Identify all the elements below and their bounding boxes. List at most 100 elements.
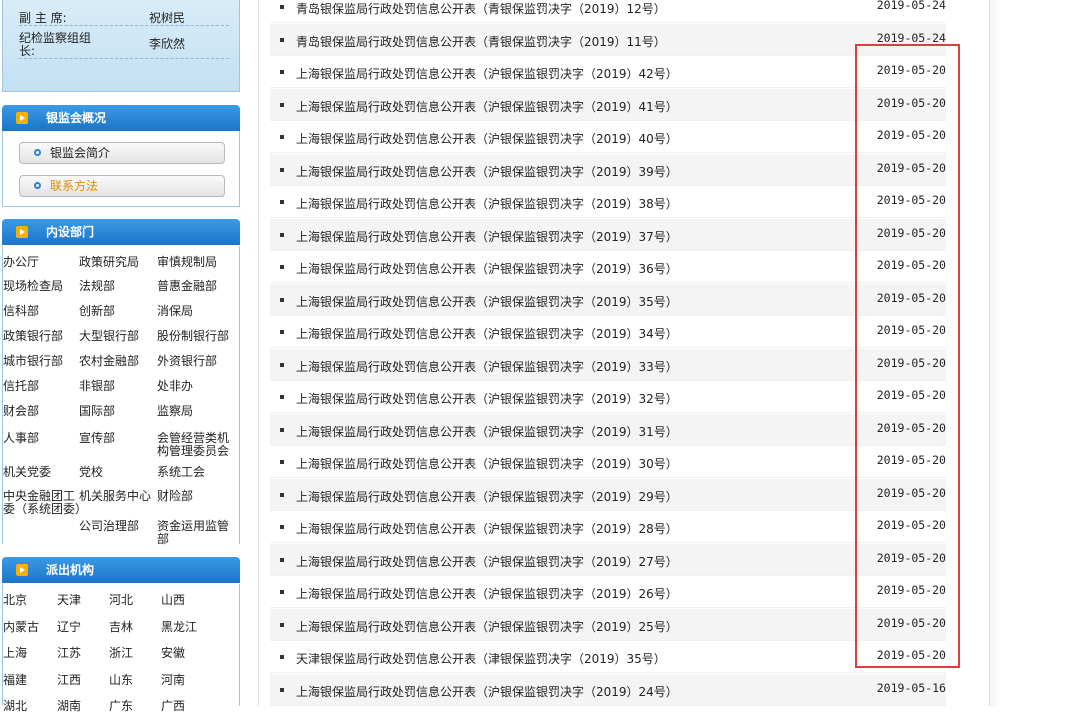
branch-link[interactable]: 吉林 (109, 620, 133, 634)
department-link[interactable]: 财险部 (157, 490, 237, 503)
branch-link[interactable]: 福建 (3, 673, 27, 687)
list-item[interactable]: 上海银保监局行政处罚信息公开表（沪银保监银罚决字（2019）29号） 2019-0… (270, 478, 946, 511)
department-link[interactable]: 信托部 (3, 380, 81, 393)
department-link[interactable]: 公司治理部 (79, 520, 157, 533)
department-link[interactable]: 会管经营类机构管理委员会 (157, 432, 237, 458)
department-link[interactable]: 财会部 (3, 405, 81, 418)
list-item[interactable]: 上海银保监局行政处罚信息公开表（沪银保监银罚决字（2019）31号） 2019-0… (270, 413, 946, 446)
department-link[interactable]: 处非办 (157, 380, 237, 393)
branch-link[interactable]: 内蒙古 (3, 620, 39, 634)
department-link[interactable]: 外资银行部 (157, 355, 237, 368)
list-item[interactable]: 上海银保监局行政处罚信息公开表（沪银保监银罚决字（2019）28号） 2019-0… (270, 511, 946, 543)
branch-link[interactable]: 江苏 (57, 647, 81, 660)
list-item[interactable]: 上海银保监局行政处罚信息公开表（沪银保监银罚决字（2019）40号） 2019-0… (270, 121, 946, 153)
department-link[interactable]: 系统工会 (157, 466, 237, 479)
list-item[interactable]: 上海银保监局行政处罚信息公开表（沪银保监银罚决字（2019）38号） 2019-0… (270, 186, 946, 218)
list-item-title[interactable]: 上海银保监局行政处罚信息公开表（沪银保监银罚决字（2019）29号） (296, 488, 678, 505)
branch-link[interactable]: 广东 (109, 700, 133, 713)
list-item[interactable]: 天津银保监局行政处罚信息公开表（津银保监罚决字（2019）35号） 2019-05… (270, 641, 946, 673)
department-link[interactable]: 创新部 (79, 305, 157, 318)
department-link[interactable]: 大型银行部 (79, 330, 157, 343)
department-link[interactable]: 国际部 (79, 405, 157, 418)
branch-link[interactable]: 黑龙江 (161, 620, 197, 634)
department-link[interactable]: 城市银行部 (3, 355, 81, 368)
department-link[interactable]: 机关党委 (3, 466, 81, 479)
list-item-title[interactable]: 上海银保监局行政处罚信息公开表（沪银保监银罚决字（2019）27号） (296, 553, 678, 570)
list-item-title[interactable]: 天津银保监局行政处罚信息公开表（津银保监罚决字（2019）35号） (296, 650, 666, 667)
branch-link[interactable]: 河北 (109, 594, 133, 607)
department-link[interactable]: 信科部 (3, 305, 81, 318)
list-item[interactable]: 上海银保监局行政处罚信息公开表（沪银保监银罚决字（2019）35号） 2019-0… (270, 283, 946, 316)
branch-link[interactable]: 湖北 (3, 700, 27, 713)
department-link[interactable]: 审慎规制局 (157, 256, 237, 269)
department-link[interactable]: 人事部 (3, 432, 81, 445)
branch-link[interactable]: 安徽 (161, 647, 185, 660)
list-item-title[interactable]: 上海银保监局行政处罚信息公开表（沪银保监银罚决字（2019）36号） (296, 260, 678, 277)
list-item-title[interactable]: 上海银保监局行政处罚信息公开表（沪银保监银罚决字（2019）35号） (296, 293, 678, 310)
leader-name[interactable]: 李欣然 (149, 38, 229, 58)
branch-link[interactable]: 天津 (57, 594, 81, 607)
department-link[interactable]: 资金运用监管部 (157, 520, 237, 546)
department-link[interactable]: 政策研究局 (79, 256, 157, 269)
department-link[interactable]: 监察局 (157, 405, 237, 418)
list-item-title[interactable]: 上海银保监局行政处罚信息公开表（沪银保监银罚决字（2019）37号） (296, 228, 678, 245)
branch-link[interactable]: 河南 (161, 673, 185, 687)
list-item[interactable]: 上海银保监局行政处罚信息公开表（沪银保监银罚决字（2019）27号） 2019-0… (270, 543, 946, 576)
list-item-title[interactable]: 上海银保监局行政处罚信息公开表（沪银保监银罚决字（2019）26号） (296, 585, 678, 602)
list-item-title[interactable]: 上海银保监局行政处罚信息公开表（沪银保监银罚决字（2019）38号） (296, 195, 678, 212)
list-item[interactable]: 上海银保监局行政处罚信息公开表（沪银保监银罚决字（2019）32号） 2019-0… (270, 381, 946, 413)
department-link[interactable]: 非银部 (79, 380, 157, 393)
list-item[interactable]: 上海银保监局行政处罚信息公开表（沪银保监银罚决字（2019）42号） 2019-0… (270, 56, 946, 88)
list-item[interactable]: 上海银保监局行政处罚信息公开表（沪银保监银罚决字（2019）33号） 2019-0… (270, 348, 946, 381)
department-link[interactable]: 消保局 (157, 305, 237, 318)
list-item[interactable]: 上海银保监局行政处罚信息公开表（沪银保监银罚决字（2019）26号） 2019-0… (270, 576, 946, 608)
department-link[interactable]: 机关服务中心 (79, 490, 157, 503)
branch-link[interactable]: 山西 (161, 594, 185, 607)
list-item[interactable]: 上海银保监局行政处罚信息公开表（沪银保监银罚决字（2019）34号） 2019-0… (270, 316, 946, 348)
department-link[interactable]: 中央金融团工委（系统团委） (3, 490, 87, 516)
department-link[interactable]: 现场检查局 (3, 280, 81, 293)
overview-item-intro[interactable]: 银监会简介 (19, 142, 225, 164)
list-item-title[interactable]: 上海银保监局行政处罚信息公开表（沪银保监银罚决字（2019）34号） (296, 325, 678, 342)
department-link[interactable]: 宣传部 (79, 432, 157, 445)
list-item[interactable]: 上海银保监局行政处罚信息公开表（沪银保监银罚决字（2019）37号） 2019-0… (270, 218, 946, 251)
list-item[interactable]: 青岛银保监局行政处罚信息公开表（青银保监罚决字（2019）11号） 2019-05… (270, 23, 946, 56)
department-link[interactable]: 股份制银行部 (157, 330, 237, 343)
department-link[interactable]: 农村金融部 (79, 355, 157, 368)
list-item-title[interactable]: 青岛银保监局行政处罚信息公开表（青银保监罚决字（2019）12号） (296, 0, 666, 17)
branch-link[interactable]: 江西 (57, 673, 81, 687)
list-item-title[interactable]: 上海银保监局行政处罚信息公开表（沪银保监银罚决字（2019）25号） (296, 618, 678, 635)
list-item[interactable]: 青岛银保监局行政处罚信息公开表（青银保监罚决字（2019）12号） 2019-05… (270, 0, 946, 23)
branch-link[interactable]: 广西 (161, 700, 185, 713)
branch-link[interactable]: 北京 (3, 594, 27, 607)
list-item-title[interactable]: 上海银保监局行政处罚信息公开表（沪银保监银罚决字（2019）33号） (296, 358, 678, 375)
list-item-title[interactable]: 上海银保监局行政处罚信息公开表（沪银保监银罚决字（2019）40号） (296, 130, 678, 147)
list-item-title[interactable]: 上海银保监局行政处罚信息公开表（沪银保监银罚决字（2019）41号） (296, 98, 678, 115)
list-item[interactable]: 上海银保监局行政处罚信息公开表（沪银保监银罚决字（2019）24号） 2019-0… (270, 673, 946, 706)
list-item-title[interactable]: 上海银保监局行政处罚信息公开表（沪银保监银罚决字（2019）39号） (296, 163, 678, 180)
department-link[interactable]: 法规部 (79, 280, 157, 293)
leader-name[interactable]: 祝树民 (149, 12, 229, 25)
branch-link[interactable]: 浙江 (109, 647, 133, 660)
department-link[interactable]: 政策银行部 (3, 330, 81, 343)
branch-link[interactable]: 辽宁 (57, 620, 81, 634)
department-link[interactable]: 办公厅 (3, 256, 81, 269)
list-item[interactable]: 上海银保监局行政处罚信息公开表（沪银保监银罚决字（2019）25号） 2019-0… (270, 608, 946, 641)
list-item-title[interactable]: 上海银保监局行政处罚信息公开表（沪银保监银罚决字（2019）30号） (296, 455, 678, 472)
department-link[interactable]: 普惠金融部 (157, 280, 237, 293)
list-item-title[interactable]: 青岛银保监局行政处罚信息公开表（青银保监罚决字（2019）11号） (296, 33, 666, 50)
branch-link[interactable]: 山东 (109, 673, 133, 687)
department-link[interactable]: 党校 (79, 466, 157, 479)
list-item[interactable]: 上海银保监局行政处罚信息公开表（沪银保监银罚决字（2019）36号） 2019-0… (270, 251, 946, 283)
list-item[interactable]: 上海银保监局行政处罚信息公开表（沪银保监银罚决字（2019）30号） 2019-0… (270, 446, 946, 478)
branch-link[interactable]: 上海 (3, 647, 27, 660)
list-item-title[interactable]: 上海银保监局行政处罚信息公开表（沪银保监银罚决字（2019）24号） (296, 683, 678, 700)
list-item[interactable]: 上海银保监局行政处罚信息公开表（沪银保监银罚决字（2019）41号） 2019-0… (270, 88, 946, 121)
list-item-title[interactable]: 上海银保监局行政处罚信息公开表（沪银保监银罚决字（2019）42号） (296, 65, 678, 82)
list-item-title[interactable]: 上海银保监局行政处罚信息公开表（沪银保监银罚决字（2019）32号） (296, 390, 678, 407)
list-item[interactable]: 上海银保监局行政处罚信息公开表（沪银保监银罚决字（2019）39号） 2019-0… (270, 153, 946, 186)
branch-link[interactable]: 湖南 (57, 700, 81, 713)
overview-item-contact[interactable]: 联系方法 (19, 175, 225, 197)
list-item-title[interactable]: 上海银保监局行政处罚信息公开表（沪银保监银罚决字（2019）31号） (296, 423, 678, 440)
list-item-title[interactable]: 上海银保监局行政处罚信息公开表（沪银保监银罚决字（2019）28号） (296, 520, 678, 537)
